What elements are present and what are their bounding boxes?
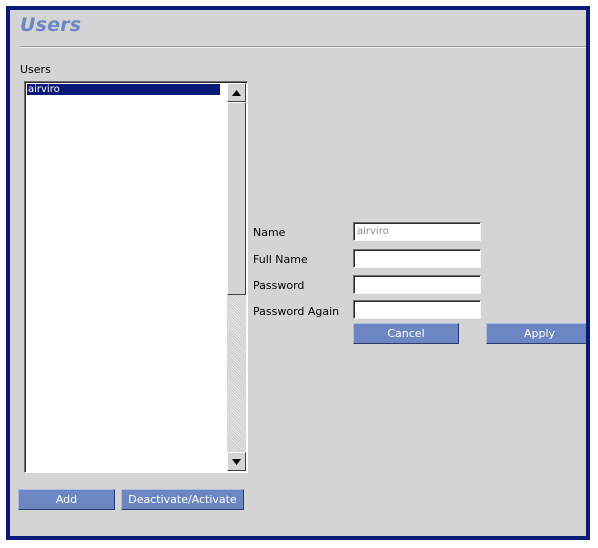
password-field[interactable] [353, 275, 481, 294]
full-name-label: Full Name [253, 253, 308, 266]
name-label: Name [253, 226, 286, 239]
triangle-down-icon [232, 458, 241, 465]
users-list-scrollbar[interactable] [227, 83, 246, 471]
password-label: Password [253, 279, 305, 292]
password-again-field[interactable] [353, 300, 481, 319]
password-again-label: Password Again [253, 305, 340, 318]
scroll-down-button[interactable] [227, 452, 246, 471]
list-item-selected[interactable]: airviro [27, 84, 220, 95]
scroll-thumb[interactable] [227, 102, 246, 295]
scroll-up-button[interactable] [227, 83, 246, 102]
users-window: Users Users airviro Add Deactivate/Activ… [6, 6, 590, 540]
triangle-up-icon [232, 89, 241, 96]
users-list-label: Users [20, 63, 51, 76]
title-divider [20, 46, 586, 48]
cancel-button[interactable]: Cancel [353, 323, 459, 344]
users-listbox[interactable]: airviro [24, 81, 248, 473]
add-button[interactable]: Add [18, 489, 115, 510]
page-title: Users [20, 14, 82, 36]
deactivate-activate-button[interactable]: Deactivate/Activate [121, 489, 244, 510]
name-field[interactable] [353, 222, 481, 241]
apply-button[interactable]: Apply [486, 323, 586, 344]
full-name-field[interactable] [353, 249, 481, 268]
